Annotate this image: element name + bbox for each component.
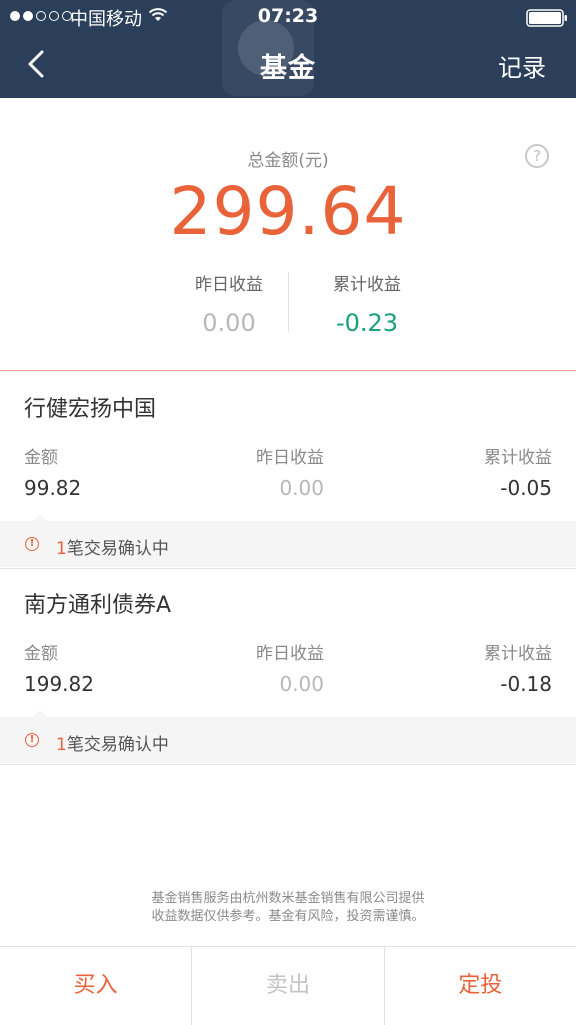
amount-value: 99.82: [24, 476, 82, 500]
pending-transaction-notice[interactable]: ! 1笔交易确认中: [0, 710, 576, 763]
cumulative-earnings-value: -0.23: [335, 309, 399, 337]
divider: [0, 764, 576, 765]
yesterday-earnings-value: 0.00: [279, 476, 324, 500]
pending-transaction-text: 1笔交易确认中: [56, 730, 169, 755]
yesterday-earnings-value: 0.00: [202, 309, 256, 337]
asset-summary: 总金额(元) ? 299.64 昨日收益 0.00 累计收益 -0.23: [0, 98, 576, 371]
warning-icon: !: [25, 733, 39, 747]
divider: [0, 370, 576, 371]
page-title: 基金: [260, 53, 316, 84]
cumulative-earnings: 累计收益 -0.23: [302, 270, 432, 337]
total-amount-label: 总金额(元): [247, 151, 329, 171]
pending-count: 1: [56, 735, 67, 755]
disclaimer-line: 收益数据仅供参考。基金有风险，投资需谨慎。: [151, 909, 425, 924]
fund-name: 行健宏扬中国: [24, 397, 157, 422]
yesterday-earnings-label: 昨日收益: [256, 644, 324, 664]
action-bar: 买入 卖出 定投: [0, 946, 576, 1025]
yesterday-earnings: 昨日收益 0.00: [164, 270, 294, 337]
amount-label: 金额: [24, 644, 58, 664]
total-amount-value: 299.64: [169, 173, 407, 250]
disclaimer: 基金销售服务由杭州数米基金销售有限公司提供 收益数据仅供参考。基金有风险，投资需…: [0, 890, 576, 926]
pending-label: 笔交易确认中: [66, 539, 169, 559]
battery-icon: [526, 9, 567, 27]
warning-icon: !: [25, 537, 39, 551]
pending-count: 1: [56, 539, 67, 559]
yesterday-earnings-label: 昨日收益: [195, 275, 263, 295]
cumulative-earnings-value: -0.05: [500, 476, 552, 500]
yesterday-earnings-label: 昨日收益: [256, 448, 324, 468]
disclaimer-line: 基金销售服务由杭州数米基金销售有限公司提供: [151, 891, 425, 906]
divider: [288, 272, 289, 332]
yesterday-earnings-value: 0.00: [279, 672, 324, 696]
records-button[interactable]: 记录: [498, 48, 546, 83]
nav-header: 中国移动 07:23 基金 记录: [0, 0, 576, 98]
pending-label: 笔交易确认中: [66, 735, 169, 755]
cumulative-earnings-label: 累计收益: [484, 644, 552, 664]
help-icon[interactable]: ?: [525, 144, 549, 168]
fixed-investment-button[interactable]: 定投: [383, 947, 576, 1025]
fund-card[interactable]: 行健宏扬中国 金额 昨日收益 累计收益 99.82 0.00 -0.05 ! 1…: [0, 373, 576, 569]
sell-button[interactable]: 卖出: [191, 947, 383, 1025]
fund-name: 南方通利债券A: [24, 593, 172, 618]
buy-button[interactable]: 买入: [0, 947, 191, 1025]
cumulative-earnings-label: 累计收益: [484, 448, 552, 468]
amount-label: 金额: [24, 448, 58, 468]
amount-value: 199.82: [24, 672, 94, 696]
cumulative-earnings-label: 累计收益: [333, 275, 401, 295]
cumulative-earnings-value: -0.18: [500, 672, 552, 696]
pending-transaction-text: 1笔交易确认中: [56, 534, 169, 559]
fund-card[interactable]: 南方通利债券A 金额 昨日收益 累计收益 199.82 0.00 -0.18 !…: [0, 569, 576, 765]
pending-transaction-notice[interactable]: ! 1笔交易确认中: [0, 514, 576, 567]
